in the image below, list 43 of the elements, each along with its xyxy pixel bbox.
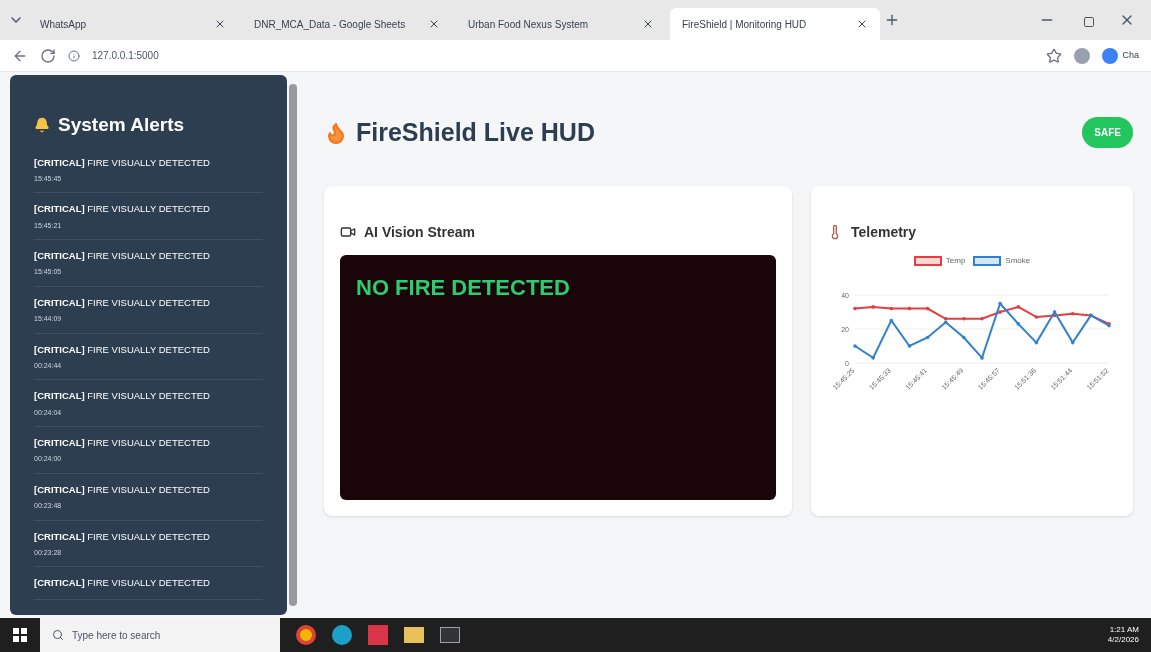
clock-time[interactable]: 1:21 AM — [1109, 625, 1139, 635]
close-icon[interactable] — [856, 18, 868, 30]
maximize-icon[interactable] — [1083, 16, 1095, 28]
alert-message: [CRITICAL] FIRE VISUALLY DETECTED — [34, 436, 211, 450]
info-icon[interactable] — [68, 49, 80, 62]
browser-tab[interactable]: WhatsApp — [28, 8, 238, 40]
legend-swatch — [973, 255, 1002, 266]
new-tab-icon[interactable] — [884, 12, 900, 28]
taskbar-search-field[interactable]: Type here to search — [40, 618, 280, 652]
alert-message: [CRITICAL] FIRE VISUALLY DETECTED — [34, 202, 211, 217]
alert-message: [CRITICAL] FIRE VISUALLY DETECTED — [34, 295, 211, 310]
legend-swatch — [913, 255, 942, 266]
close-icon[interactable] — [428, 18, 440, 30]
profile-avatar[interactable] — [1074, 47, 1091, 64]
close-icon[interactable] — [214, 18, 226, 30]
camera-icon — [340, 224, 356, 240]
alert-message: [CRITICAL] FIRE VISUALLY DETECTED — [34, 342, 211, 357]
page-title: FireShield Live HUD — [356, 117, 595, 148]
favorite-icon[interactable] — [1046, 47, 1063, 64]
close-icon[interactable] — [642, 18, 654, 30]
status-badge: SAFE — [1082, 117, 1133, 149]
reload-icon[interactable] — [40, 47, 56, 64]
card-title: AI Vision Stream — [364, 222, 475, 242]
legend-label: Smoke — [1005, 254, 1031, 267]
alert-message: [CRITICAL] FIRE VISUALLY DETECTED — [34, 155, 211, 170]
browser-tab[interactable]: FireShield | Monitoring HUD — [670, 8, 880, 40]
bell-icon — [34, 117, 50, 134]
search-icon — [52, 629, 64, 641]
alert-message: [CRITICAL] FIRE VISUALLY DETECTED — [34, 576, 211, 591]
clock-date[interactable]: 4/2/2026 — [1107, 635, 1139, 645]
browser-tab[interactable]: DNR_MCA_Data - Google Sheets — [242, 8, 452, 40]
card-title: Telemetry — [851, 222, 917, 242]
scrollbar[interactable] — [289, 84, 297, 606]
sidebar-title: System Alerts — [58, 113, 185, 137]
alert-message: [CRITICAL] FIRE VISUALLY DETECTED — [34, 389, 211, 404]
chat-button[interactable]: Cha — [1102, 47, 1139, 64]
detection-overlay: NO FIRE DETECTED — [356, 274, 570, 300]
browser-tab[interactable]: Urban Food Nexus System — [456, 8, 666, 40]
alert-message: [CRITICAL] FIRE VISUALLY DETECTED — [34, 482, 211, 497]
alert-message: [CRITICAL] FIRE VISUALLY DETECTED — [34, 249, 211, 263]
address-field[interactable]: 127.0.0.1:5000 — [92, 48, 1035, 63]
legend-label: Temp — [945, 254, 966, 267]
alert-message: [CRITICAL] FIRE VISUALLY DETECTED — [34, 529, 211, 544]
